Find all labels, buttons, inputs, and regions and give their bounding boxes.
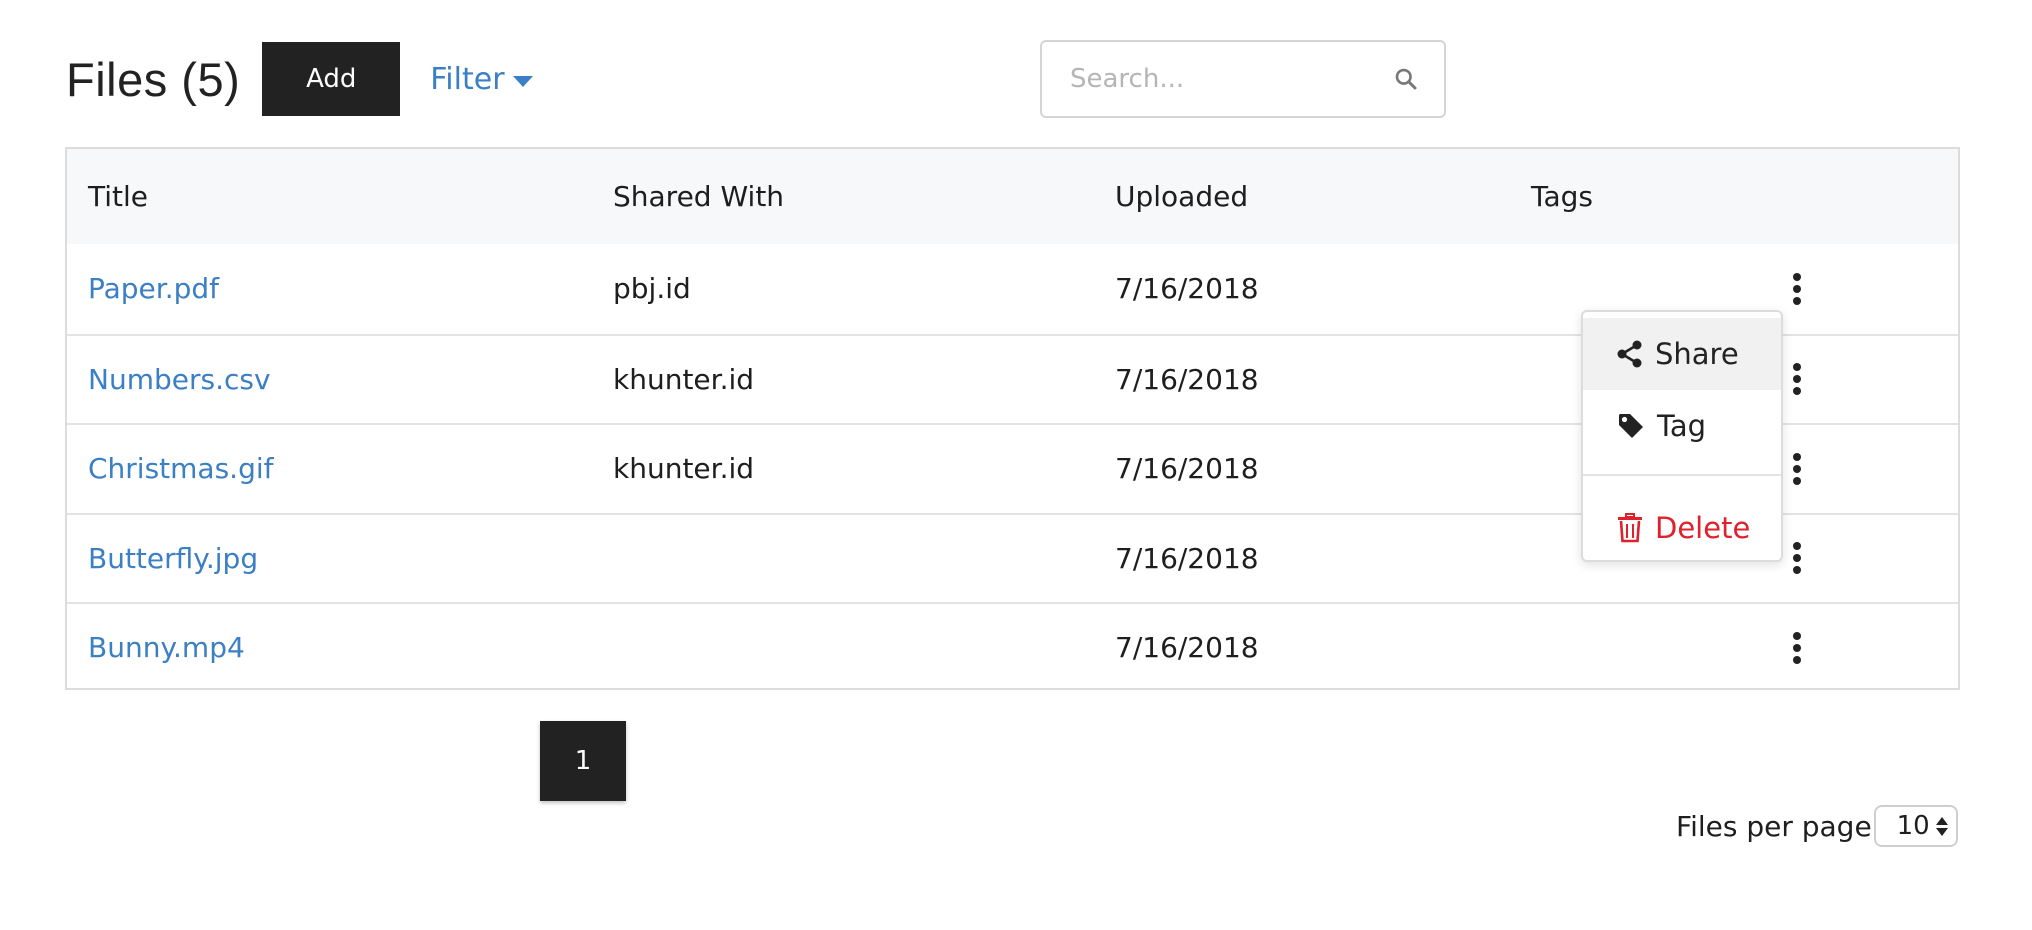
menu-divider	[1583, 474, 1781, 476]
filter-dropdown[interactable]: Filter	[430, 61, 533, 97]
uploaded-cell: 7/16/2018	[1115, 272, 1259, 306]
per-page-select[interactable]: 10	[1873, 805, 1958, 847]
column-header-title: Title	[88, 180, 149, 213]
uploaded-cell: 7/16/2018	[1115, 631, 1259, 665]
file-title-link[interactable]: Paper.pdf	[88, 244, 219, 334]
file-title-link[interactable]: Butterfly.jpg	[88, 515, 258, 603]
column-header-tags: Tags	[1531, 180, 1593, 213]
table-header: Title Shared With Uploaded Tags	[67, 149, 1958, 244]
per-page-control: Files per page 10	[1676, 805, 1958, 847]
search-input[interactable]	[1070, 64, 1394, 94]
page-button[interactable]: 1	[540, 721, 626, 801]
select-arrows-icon	[1935, 816, 1948, 836]
more-actions-icon[interactable]	[1787, 359, 1807, 399]
table-row: Bunny.mp4 7/16/2018	[67, 602, 1958, 692]
search-icon[interactable]	[1394, 63, 1418, 95]
file-title-link[interactable]: Numbers.csv	[88, 336, 271, 424]
more-actions-icon[interactable]	[1787, 269, 1807, 309]
menu-item-label: Delete	[1655, 511, 1751, 545]
more-actions-icon[interactable]	[1787, 628, 1807, 668]
uploaded-cell: 7/16/2018	[1115, 452, 1259, 486]
more-actions-icon[interactable]	[1787, 449, 1807, 489]
file-title-link[interactable]: Bunny.mp4	[88, 604, 245, 692]
menu-item-tag[interactable]: Tag	[1583, 390, 1781, 462]
share-icon	[1617, 340, 1642, 368]
tag-icon	[1619, 414, 1643, 438]
per-page-value: 10	[1896, 811, 1930, 841]
page-header: Files (5) Add Filter	[66, 42, 533, 116]
caret-down-icon	[512, 75, 533, 87]
shared-with-cell: khunter.id	[613, 362, 755, 396]
file-title-link[interactable]: Christmas.gif	[88, 425, 274, 513]
menu-item-share[interactable]: Share	[1583, 318, 1781, 390]
menu-item-label: Share	[1655, 337, 1739, 371]
shared-with-cell: khunter.id	[613, 452, 755, 486]
row-actions-menu: Share Tag Delete	[1581, 310, 1783, 562]
filter-label: Filter	[430, 61, 505, 97]
menu-item-delete[interactable]: Delete	[1583, 498, 1781, 558]
menu-item-label: Tag	[1657, 409, 1707, 443]
column-header-shared-with: Shared With	[613, 180, 785, 213]
column-header-uploaded: Uploaded	[1115, 180, 1249, 213]
trash-icon	[1618, 513, 1642, 543]
search-box	[1040, 40, 1446, 118]
per-page-label: Files per page	[1676, 809, 1872, 843]
add-button[interactable]: Add	[262, 42, 401, 116]
uploaded-cell: 7/16/2018	[1115, 541, 1259, 575]
page-title: Files (5)	[66, 52, 241, 106]
more-actions-icon[interactable]	[1787, 538, 1807, 578]
uploaded-cell: 7/16/2018	[1115, 362, 1259, 396]
shared-with-cell: pbj.id	[613, 272, 691, 306]
